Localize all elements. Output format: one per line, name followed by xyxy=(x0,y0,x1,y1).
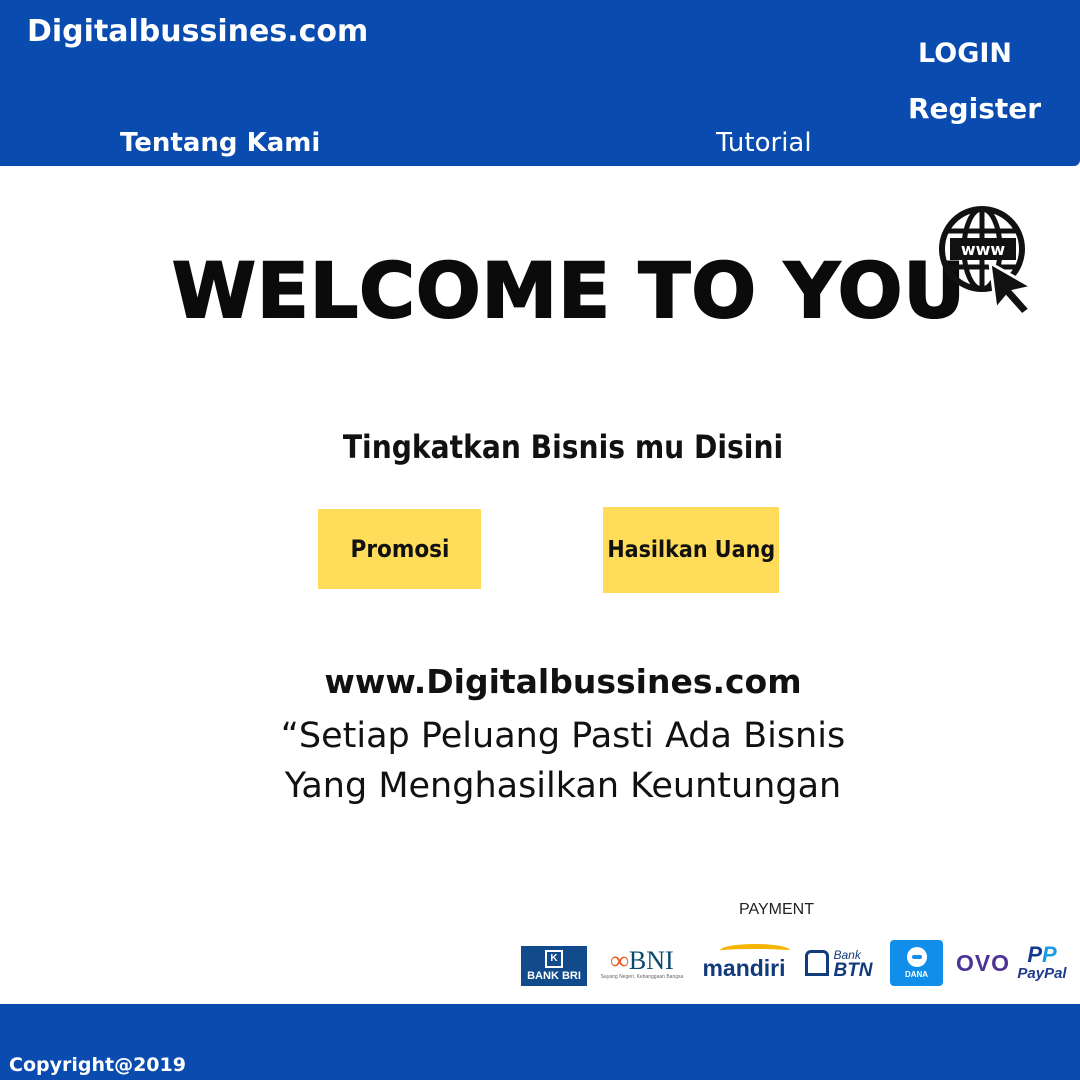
www-label: www xyxy=(961,240,1006,259)
paypal-text: PayPal xyxy=(1017,964,1067,982)
dana-logo: DANA xyxy=(890,940,943,986)
bni-slogan: Sayang Negeri, Kebanggaan Bangsa xyxy=(600,974,684,980)
www-globe-cursor-icon: www xyxy=(939,206,1036,317)
hasilkan-uang-button[interactable]: Hasilkan Uang xyxy=(603,507,779,593)
site-url[interactable]: www.Digitalbussines.com xyxy=(0,662,1080,701)
bni-text: BNI xyxy=(628,946,674,975)
bank-bri-logo: K BANK BRI xyxy=(521,946,587,986)
dana-text: DANA xyxy=(904,970,929,979)
bank-bri-text: BANK BRI xyxy=(527,970,581,982)
brand-title[interactable]: Digitalbussines.com xyxy=(27,14,368,49)
payment-label: PAYMENT xyxy=(739,901,814,918)
login-link[interactable]: LOGIN xyxy=(918,38,1012,69)
nav-tutorial[interactable]: Tutorial xyxy=(716,128,812,158)
tagline: Tingkatkan Bisnis mu Disini xyxy=(342,428,784,466)
quote-line-1: “Setiap Peluang Pasti Ada Bisnis xyxy=(280,716,846,756)
hasilkan-uang-button-label: Hasilkan Uang xyxy=(607,537,775,563)
mandiri-text: mandiri xyxy=(702,955,786,981)
bank-btn-logo: Bank BTN xyxy=(803,940,875,986)
paypal-logo: PP PayPal xyxy=(1017,941,1067,982)
nav-tentang-kami[interactable]: Tentang Kami xyxy=(120,128,320,158)
promosi-button[interactable]: Promosi xyxy=(318,509,481,589)
register-link[interactable]: Register xyxy=(908,92,1041,125)
copyright-text: Copyright@2019 xyxy=(9,1054,186,1076)
quote-line-2: Yang Menghasilkan Keuntungan xyxy=(284,766,842,806)
promosi-button-label: Promosi xyxy=(350,535,449,563)
ovo-text: OVO xyxy=(955,949,1011,976)
hero-title: WELCOME TO YOU xyxy=(171,245,967,336)
bni-logo: ∞BNI Sayang Negeri, Kebanggaan Bangsa xyxy=(600,946,684,980)
ovo-logo: OVO xyxy=(954,940,1012,986)
bank-btn-text: BTN xyxy=(833,960,873,981)
mandiri-logo: mandiri xyxy=(694,940,794,986)
